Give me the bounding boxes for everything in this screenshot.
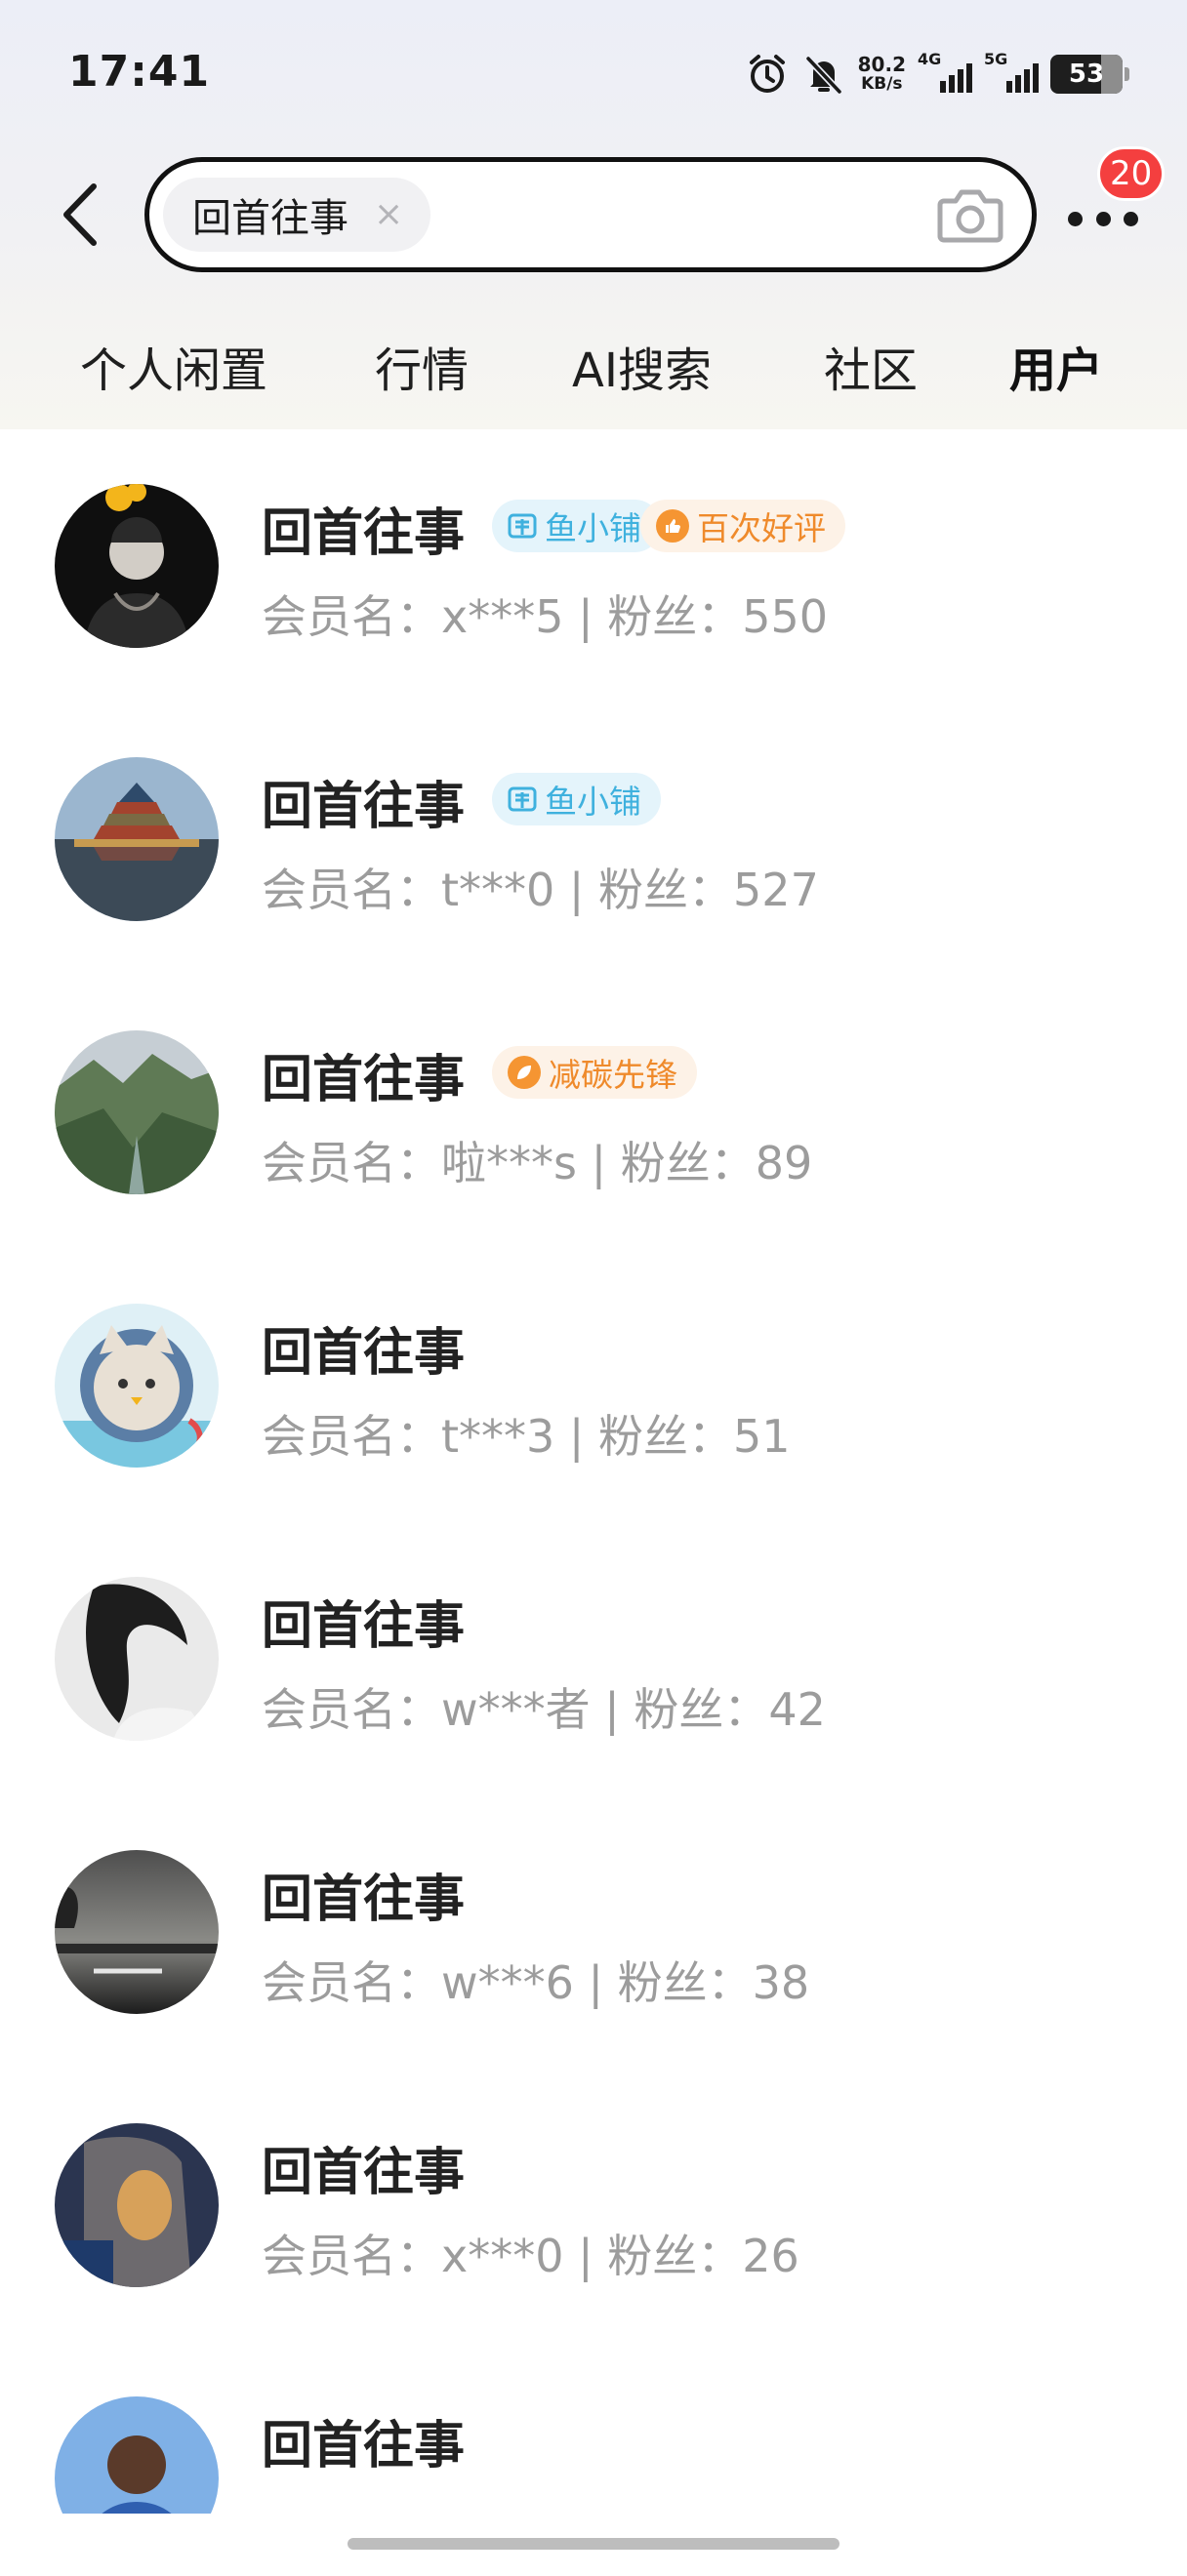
tab-personal-idle[interactable]: 个人闲置	[80, 332, 267, 400]
avatar[interactable]	[55, 2123, 219, 2287]
signal-5g-label: 5G	[984, 50, 1008, 68]
avatar[interactable]	[55, 484, 219, 648]
chevron-left-icon	[63, 183, 97, 246]
net-speed-unit: KB/s	[861, 74, 903, 94]
user-meta: 会员名：w***者 | 粉丝：42	[262, 1683, 826, 1736]
battery-icon: 53	[1050, 55, 1129, 94]
net-speed-value: 80.2	[857, 53, 906, 76]
more-dot-icon	[1124, 211, 1138, 226]
tab-users-label: 用户	[1009, 343, 1104, 398]
user-name: 回首往事	[262, 1871, 466, 1929]
camera-search-button[interactable]	[936, 183, 1004, 248]
user-row[interactable]: 回首往事 鱼小铺 百次好评 会员名：x***5 | 粉丝：550	[0, 429, 1187, 703]
user-row[interactable]: 回首往事 会员名：w***6 | 粉丝：38	[0, 1795, 1187, 2069]
status-bar: 17:41 80.2 KB/s 4G 5G 53	[0, 0, 1187, 146]
notification-badge: 20	[1097, 146, 1166, 201]
user-name: 回首往事	[262, 504, 466, 563]
signal-4g-label: 4G	[918, 50, 942, 68]
signal-5g-icon: 5G	[984, 50, 1039, 97]
camera-icon	[937, 189, 1003, 243]
user-row[interactable]: 回首往事 会员名：w***者 | 粉丝：42	[0, 1522, 1187, 1795]
search-query-text: 回首往事	[192, 196, 348, 241]
alarm-icon	[745, 52, 790, 97]
user-meta: 会员名：t***0 | 粉丝：527	[262, 864, 819, 916]
tag-xianyu-shop: 鱼小铺	[492, 773, 661, 825]
user-row[interactable]: 回首往事 减碳先锋 会员名：啦***s | 粉丝：89	[0, 976, 1187, 1249]
network-speed: 80.2 KB/s	[858, 55, 906, 94]
avatar[interactable]	[55, 757, 219, 921]
tag-carbon-pioneer: 减碳先锋	[492, 1046, 697, 1099]
user-row[interactable]: 回首往事 会员名：t***3 | 粉丝：51	[0, 1249, 1187, 1522]
battery-level: 53	[1068, 60, 1105, 89]
user-name: 回首往事	[262, 1051, 466, 1109]
more-dot-icon	[1095, 211, 1111, 226]
fish-icon	[508, 786, 537, 812]
more-dot-icon	[1068, 211, 1083, 226]
search-box[interactable]: 回首往事 ×	[144, 157, 1037, 272]
tab-users[interactable]: 用户	[1009, 332, 1104, 400]
user-meta: 会员名：w***6 | 粉丝：38	[262, 1956, 810, 2009]
tab-community[interactable]: 社区	[824, 332, 918, 400]
status-time: 17:41	[68, 47, 211, 97]
leaf-icon	[508, 1056, 541, 1089]
thumb-up-icon	[656, 509, 689, 543]
user-name: 回首往事	[262, 778, 466, 836]
user-meta: 会员名：x***0 | 粉丝：26	[262, 2230, 799, 2282]
tag-xianyu-shop: 鱼小铺	[492, 500, 661, 552]
search-tabs: 个人闲置 行情 AI搜索 社区 用户	[0, 322, 1187, 406]
user-name: 回首往事	[262, 2144, 466, 2202]
tag-label: 鱼小铺	[545, 783, 641, 821]
tag-hundred-good-reviews: 百次好评	[640, 500, 845, 552]
user-meta: 会员名：x***5 | 粉丝：550	[262, 590, 829, 643]
search-query-chip[interactable]: 回首往事 ×	[163, 178, 431, 252]
more-options-button[interactable]	[1068, 195, 1138, 242]
tag-label: 鱼小铺	[545, 509, 641, 547]
tab-ai-search[interactable]: AI搜索	[572, 332, 712, 400]
user-meta: 会员名：啦***s | 粉丝：89	[262, 1137, 813, 1189]
tag-label: 减碳先锋	[549, 1056, 677, 1094]
avatar[interactable]	[55, 1850, 219, 2014]
user-row[interactable]: 回首往事 鱼小铺 会员名：t***0 | 粉丝：527	[0, 703, 1187, 976]
tag-label: 百次好评	[697, 509, 826, 547]
signal-4g-icon: 4G	[918, 50, 972, 97]
home-indicator[interactable]	[348, 2538, 839, 2550]
user-row[interactable]: 回首往事	[0, 2342, 1187, 2514]
user-name: 回首往事	[262, 1324, 466, 1383]
avatar[interactable]	[55, 1577, 219, 1741]
user-results-list: 回首往事 鱼小铺 百次好评 会员名：x***5 | 粉丝：550 回首往事 鱼小…	[0, 429, 1187, 2514]
fish-icon	[508, 513, 537, 539]
tab-market[interactable]: 行情	[375, 332, 469, 400]
avatar[interactable]	[55, 1030, 219, 1194]
avatar[interactable]	[55, 1304, 219, 1468]
user-name: 回首往事	[262, 2417, 466, 2475]
avatar[interactable]	[55, 2396, 219, 2514]
status-icons: 80.2 KB/s 4G 5G 53	[745, 49, 1129, 100]
back-button[interactable]	[51, 176, 109, 254]
user-meta: 会员名：t***3 | 粉丝：51	[262, 1410, 791, 1463]
mute-bell-icon	[801, 52, 846, 97]
user-row[interactable]: 回首往事 会员名：x***0 | 粉丝：26	[0, 2069, 1187, 2342]
clear-query-icon[interactable]: ×	[374, 197, 403, 232]
user-name: 回首往事	[262, 1597, 466, 1656]
